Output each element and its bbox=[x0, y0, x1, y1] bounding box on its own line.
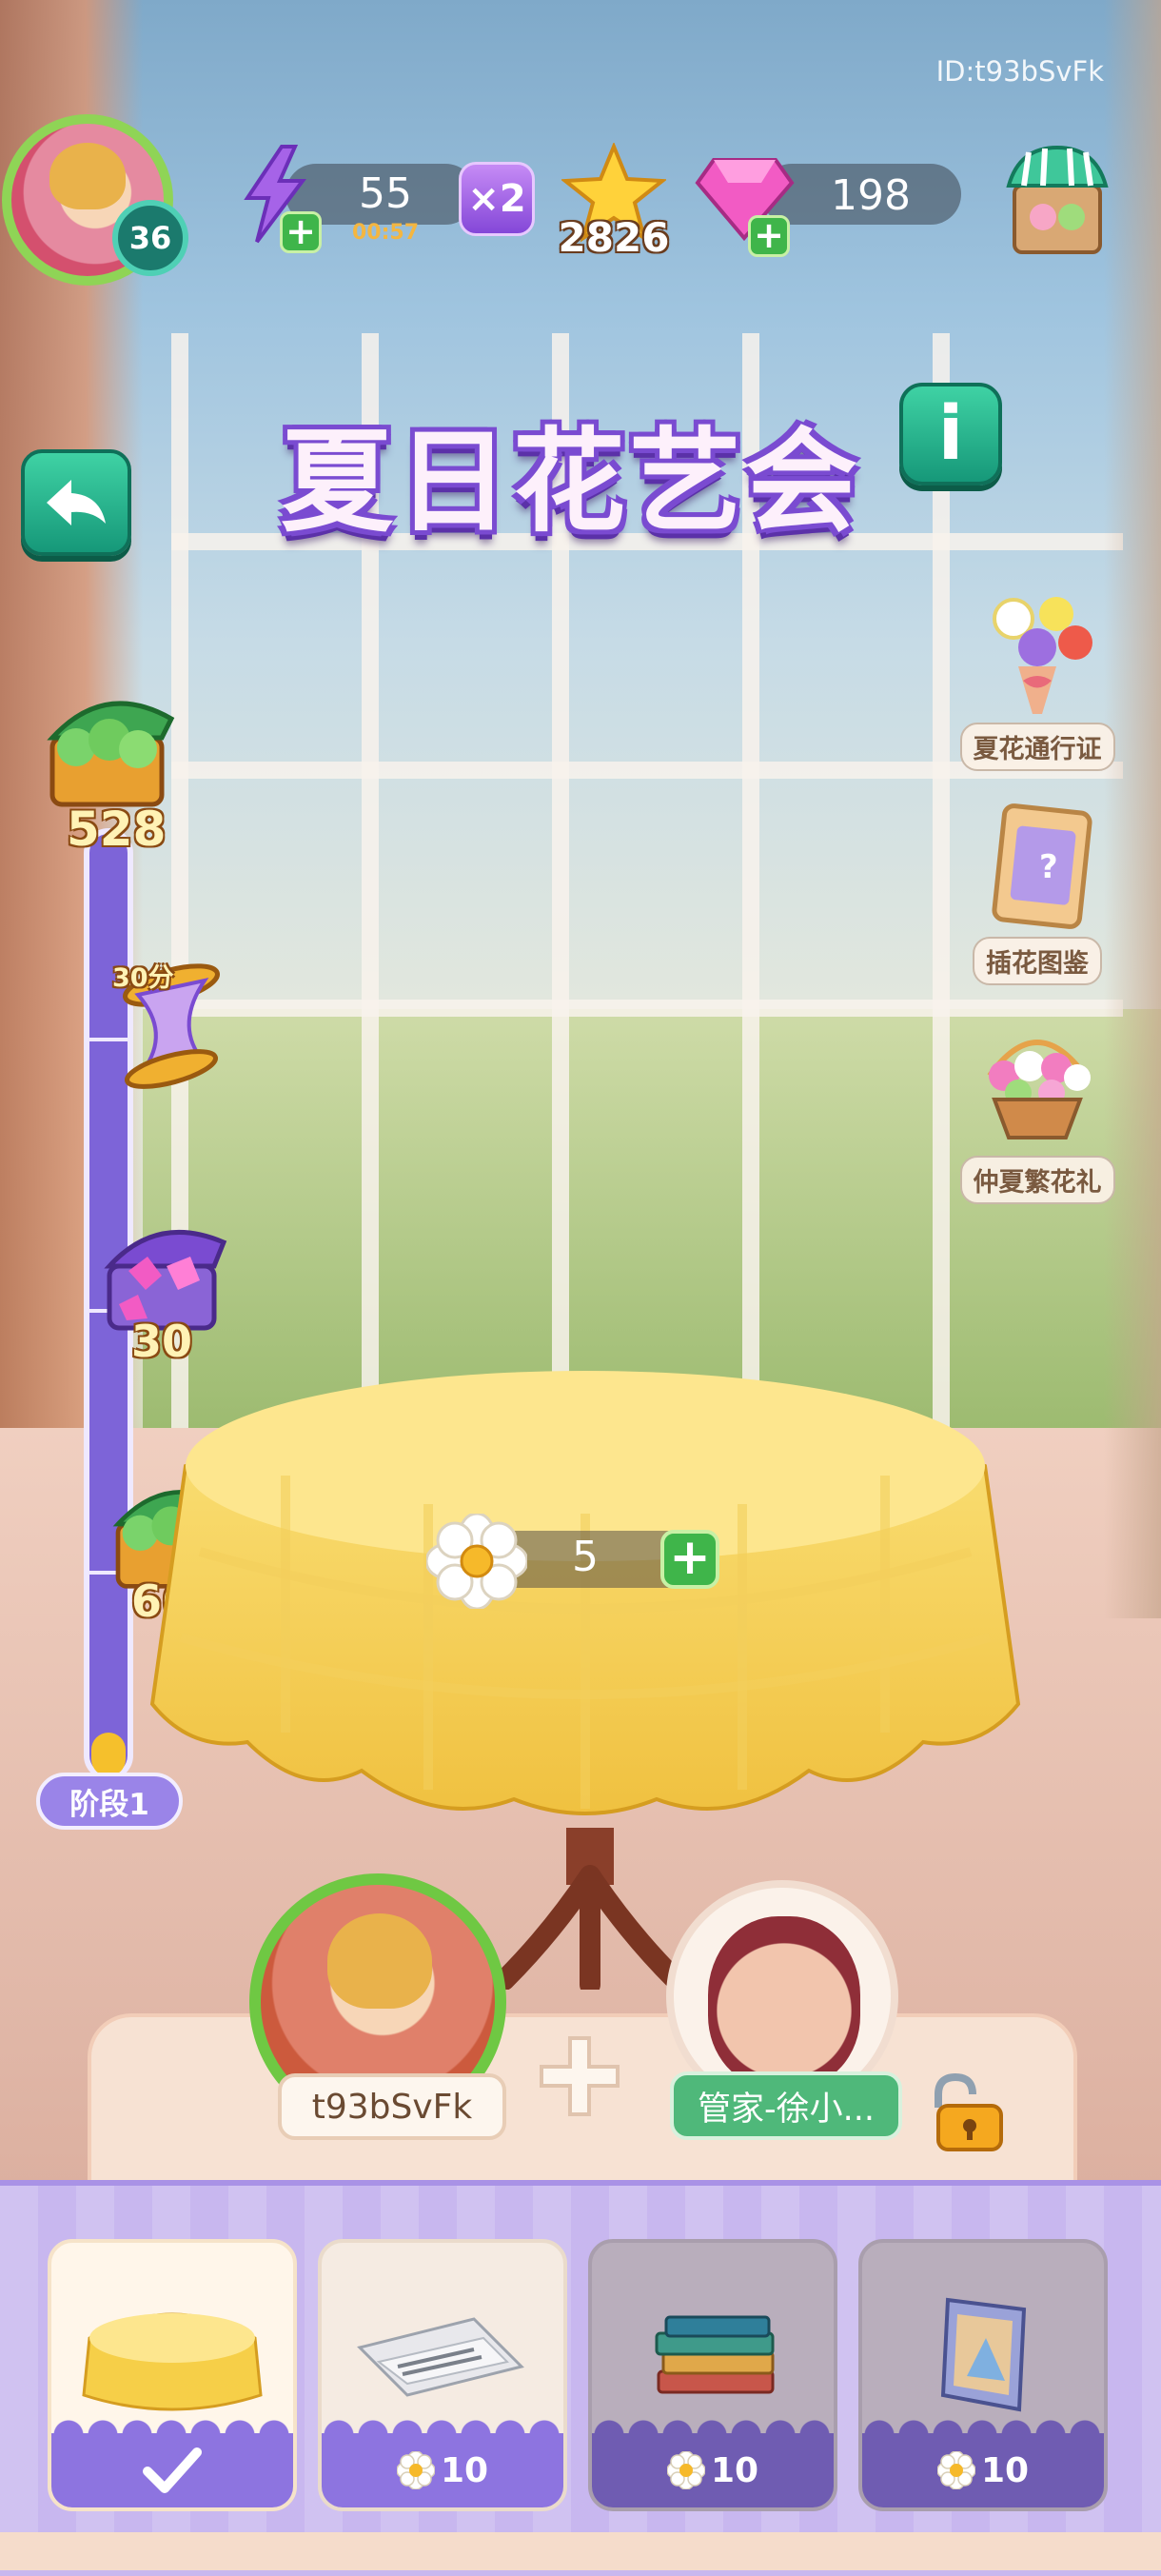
summer-pass-button[interactable]: 夏花通行证 bbox=[952, 585, 1123, 771]
plus-icon bbox=[540, 2036, 620, 2116]
svg-text:?: ? bbox=[1039, 848, 1058, 886]
unlocked-padlock-icon[interactable] bbox=[925, 2073, 1007, 2153]
user-id-label: ID:t93bSvFk bbox=[935, 55, 1104, 88]
item-cost: 10 bbox=[396, 2450, 489, 2490]
reward-amount: 30分 bbox=[112, 963, 174, 993]
album-card-icon: ? bbox=[992, 803, 1092, 929]
flower-cost-icon bbox=[666, 2451, 705, 2489]
side-menu-label: 夏花通行证 bbox=[959, 723, 1115, 771]
photo-frame-icon bbox=[940, 2297, 1027, 2412]
add-gems-button[interactable]: + bbox=[748, 215, 790, 257]
cost-value: 10 bbox=[440, 2450, 489, 2490]
back-arrow-icon bbox=[47, 480, 106, 525]
card-footer: 10 bbox=[592, 2420, 834, 2507]
add-energy-button[interactable]: + bbox=[280, 211, 322, 253]
card-footer: 10 bbox=[322, 2420, 563, 2507]
level-badge: 36 bbox=[112, 200, 188, 276]
card-footer: 10 bbox=[862, 2420, 1104, 2507]
event-title: 夏日花艺会 bbox=[280, 415, 861, 547]
progress-fill bbox=[91, 1733, 126, 1776]
flower-bouquet-icon bbox=[993, 597, 1092, 714]
tablecloth-icon bbox=[82, 2312, 263, 2411]
energy-value: 55 bbox=[359, 169, 412, 218]
flower-album-button[interactable]: ? 插花图鉴 bbox=[952, 800, 1123, 985]
cost-value: 10 bbox=[980, 2450, 1030, 2490]
energy-timer: 00:57 bbox=[351, 221, 420, 245]
item-card-books[interactable]: 10 bbox=[588, 2239, 837, 2511]
flower-count: 5 bbox=[572, 1533, 599, 1581]
hair bbox=[327, 1913, 432, 2009]
reward-amount: 528 bbox=[67, 802, 167, 857]
side-menu-label: 插花图鉴 bbox=[973, 937, 1102, 985]
item-card-photo-frame[interactable]: 10 bbox=[858, 2239, 1108, 2511]
item-card-newspaper[interactable]: 10 bbox=[318, 2239, 567, 2511]
flower-cost-icon bbox=[936, 2451, 975, 2489]
gem-count: 198 bbox=[831, 171, 911, 220]
window-bar bbox=[171, 1000, 1123, 1017]
back-button[interactable] bbox=[21, 449, 131, 556]
hair bbox=[49, 143, 126, 209]
newspaper-icon bbox=[357, 2317, 524, 2397]
table-leg bbox=[495, 1828, 685, 1990]
card-footer bbox=[51, 2420, 293, 2507]
window-frame bbox=[933, 333, 950, 1476]
info-button[interactable]: i bbox=[899, 383, 1002, 485]
item-card-tablecloth[interactable] bbox=[48, 2239, 297, 2511]
round-table-with-yellow-cloth[interactable] bbox=[143, 1352, 1028, 1828]
multiplier-badge[interactable]: ×2 bbox=[459, 162, 535, 236]
tray-bottom-edge bbox=[0, 2532, 1161, 2570]
flower-basket-icon bbox=[987, 1040, 1091, 1139]
add-flowers-button[interactable]: + bbox=[660, 1530, 719, 1589]
partner-face bbox=[708, 1916, 860, 2088]
midsummer-gift-button[interactable]: 仲夏繁花礼 bbox=[952, 1019, 1123, 1204]
player-name: t93bSvFk bbox=[278, 2073, 506, 2140]
partner-name[interactable]: 管家-徐小... bbox=[670, 2071, 902, 2140]
shop-icon[interactable] bbox=[1005, 143, 1110, 257]
books-icon bbox=[655, 2315, 775, 2394]
checkmark-icon bbox=[143, 2447, 202, 2493]
item-cost: 10 bbox=[936, 2450, 1030, 2490]
item-cost: 10 bbox=[666, 2450, 759, 2490]
flower-cost-icon bbox=[396, 2451, 435, 2489]
white-flower-icon bbox=[426, 1514, 527, 1609]
cost-value: 10 bbox=[710, 2450, 759, 2490]
star-count: 2826 bbox=[558, 214, 670, 261]
side-menu-label: 仲夏繁花礼 bbox=[959, 1156, 1115, 1204]
